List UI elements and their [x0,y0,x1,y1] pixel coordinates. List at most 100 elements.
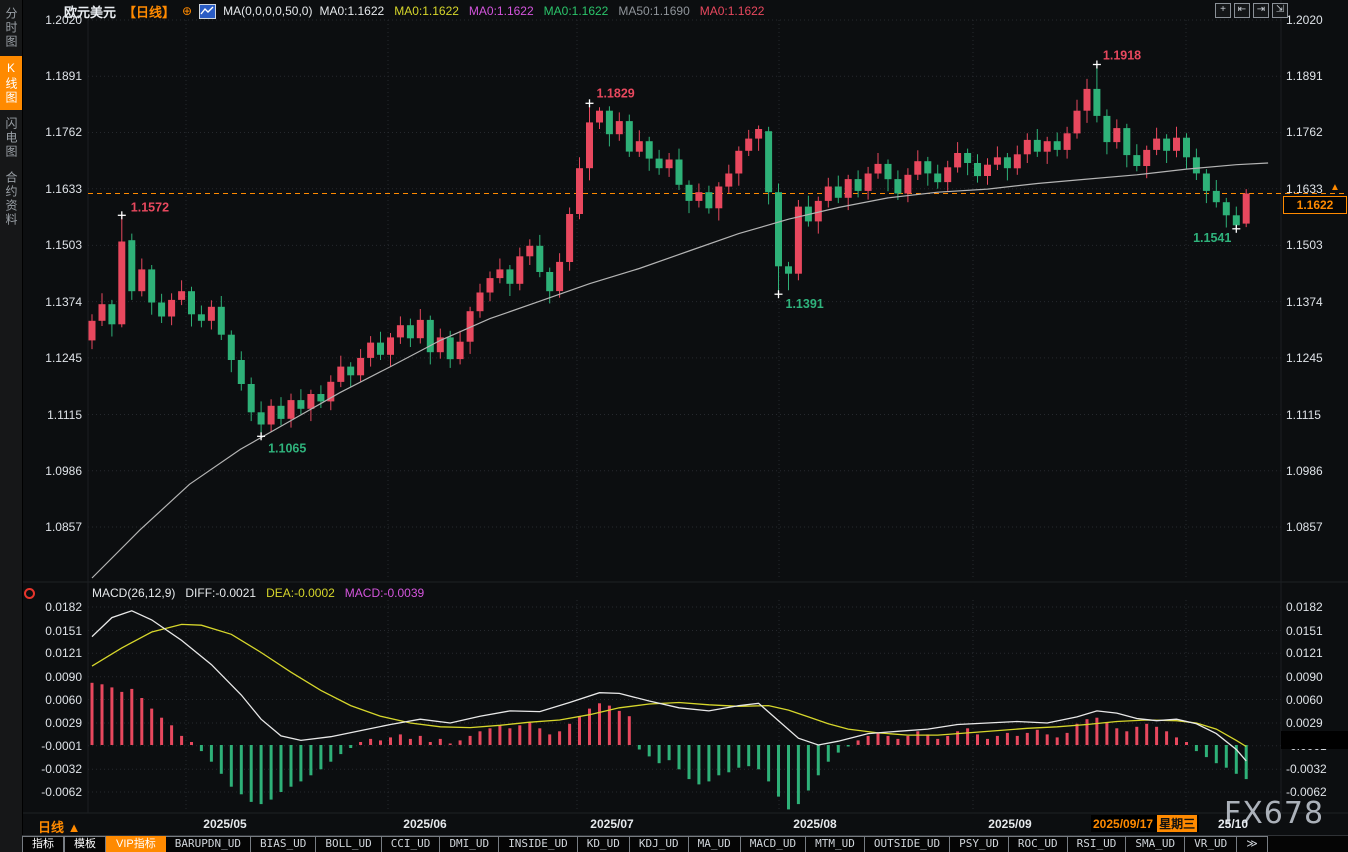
axis-label-right: 0.0182 [1286,600,1323,614]
tab-BOLL_UD[interactable]: BOLL_UD [316,836,381,852]
tab-BIAS_UD[interactable]: BIAS_UD [251,836,316,852]
tab-KD_UD[interactable]: KD_UD [578,836,630,852]
month-label-2025/06: 2025/06 [403,817,446,831]
crosshair-tool-icon[interactable]: + [1215,3,1231,18]
tab-模板[interactable]: 模板 [64,836,106,852]
axis-right-tool-icon[interactable]: ⇥ [1253,3,1269,18]
trading-app-window: 1.15721.18291.19181.10651.13911.1541 分时图… [0,0,1348,852]
sidebar-item-合约资料[interactable]: 合约资料 [0,166,22,232]
ma-indicator-icon[interactable] [199,4,216,19]
tab-OUTSIDE_UD[interactable]: OUTSIDE_UD [865,836,950,852]
add-compare-icon[interactable]: ⊕ [182,4,192,18]
symbol-title: 欧元美元 [64,2,116,21]
axis-label-left: 0.0029 [32,716,82,730]
axis-label-left: 1.0986 [32,464,82,478]
tab-RSI_UD[interactable]: RSI_UD [1068,836,1127,852]
tab-MA_UD[interactable]: MA_UD [689,836,741,852]
svg-text:1.1541: 1.1541 [1193,231,1231,245]
axis-label-right: 1.1245 [1286,351,1323,365]
axis-label-right: 1.1115 [1286,408,1321,422]
tab-CCI_UD[interactable]: CCI_UD [382,836,441,852]
month-label-partial: 25/10 [1218,817,1248,831]
chart-header: 欧元美元 【日线】 ⊕ MA(0,0,0,0,50,0) MA0:1.1622 M… [64,3,764,19]
tab-MTM_UD[interactable]: MTM_UD [806,836,865,852]
ma-value-4: MA50:1.1690 [618,4,689,18]
sidebar-item-分时图[interactable]: 分时图 [0,2,22,54]
month-label-2025/09: 2025/09 [988,817,1031,831]
axis-label-left: 0.0121 [32,646,82,660]
axis-label-right: 1.0857 [1286,520,1323,534]
month-label-2025/08: 2025/08 [793,817,836,831]
period-selector[interactable]: 日线 ▲ [38,817,80,836]
tab-DMI_UD[interactable]: DMI_UD [440,836,499,852]
tab-MACD_UD[interactable]: MACD_UD [741,836,806,852]
axis-label-right: 1.1891 [1286,69,1323,83]
axis-label-left: 0.0060 [32,693,82,707]
axis-label-left: 0.0090 [32,670,82,684]
candlestick-macd-chart: 1.15721.18291.19181.10651.13911.1541 [0,0,1348,852]
svg-text:1.1829: 1.1829 [597,86,635,100]
month-label-2025/07: 2025/07 [590,817,633,831]
tab-指标[interactable]: 指标 [22,836,64,852]
ma-value-2: MA0:1.1622 [469,4,534,18]
tab-INSIDE_UD[interactable]: INSIDE_UD [499,836,578,852]
axis-label-left: 1.1633 [32,182,82,196]
axis-label-left: 1.1503 [32,238,82,252]
axis-label-right: -0.0032 [1286,762,1327,776]
ma-formula: MA(0,0,0,0,50,0) [223,4,312,18]
axis-label-right: 1.1633 [1286,182,1323,196]
axis-label-left: 1.1891 [32,69,82,83]
axis-label-left: 0.0182 [32,600,82,614]
axis-label-right: 0.0121 [1286,646,1323,660]
pane-resize-tool-icon[interactable]: ⇲ [1272,3,1288,18]
axis-label-left: 1.1245 [32,351,82,365]
left-sidebar: 分时图K线图闪电图合约资料 [0,0,23,852]
axis-label-left: 1.1762 [32,125,82,139]
axis-label-left: 1.0857 [32,520,82,534]
tab-PSY_UD[interactable]: PSY_UD [950,836,1009,852]
axis-label-right: 0.0151 [1286,624,1323,638]
crosshair-date: 2025/09/17 [1093,817,1153,831]
ma-value-1: MA0:1.1622 [394,4,459,18]
crosshair-weekday: 星期三 [1157,815,1197,832]
tab-BARUPDN_UD[interactable]: BARUPDN_UD [166,836,251,852]
axis-label-right: 1.1503 [1286,238,1323,252]
axis-left-tool-icon[interactable]: ⇤ [1234,3,1250,18]
axis-label-right: 1.1762 [1286,125,1323,139]
svg-text:1.1572: 1.1572 [131,200,169,214]
sidebar-item-闪电图[interactable]: 闪电图 [0,112,22,164]
axis-label-left: 0.0151 [32,624,82,638]
ma-values: MA0:1.1622MA0:1.1622MA0:1.1622MA0:1.1622… [319,4,764,18]
macd-formula: MACD(26,12,9) [92,586,175,600]
macd-macd-value: MACD:-0.0039 [345,586,424,600]
price-marker-icon: ▲ [1330,182,1340,193]
tab-≫[interactable]: ≫ [1237,836,1268,852]
svg-text:1.1918: 1.1918 [1103,49,1141,63]
tab-VR_UD[interactable]: VR_UD [1185,836,1237,852]
sidebar-item-K线图[interactable]: K线图 [0,56,22,110]
indicator-tab-bar: 指标模板VIP指标BARUPDN_UDBIAS_UDBOLL_UDCCI_UDD… [22,835,1348,852]
tab-KDJ_UD[interactable]: KDJ_UD [630,836,689,852]
axis-label-left: 1.1115 [32,408,82,422]
tab-VIP指标[interactable]: VIP指标 [106,836,166,852]
chart-toolbar: +⇤⇥⇲ [1215,3,1288,18]
macd-diff-value: DIFF:-0.0021 [185,586,256,600]
axis-label-left: 1.1374 [32,295,82,309]
macd-header: MACD(26,12,9) DIFF:-0.0021 DEA:-0.0002 M… [92,586,424,600]
macd-axis-overlay-box [1281,731,1348,749]
period-label[interactable]: 【日线】 [123,2,175,21]
axis-label-right: 0.0029 [1286,716,1323,730]
svg-text:1.1391: 1.1391 [786,297,824,311]
current-price-box: 1.1622 [1283,196,1347,214]
axis-label-right: 1.2020 [1286,13,1323,27]
axis-label-left: -0.0001 [32,739,82,753]
axis-label-right: 1.1374 [1286,295,1323,309]
axis-label-right: 0.0090 [1286,670,1323,684]
tab-SMA_UD[interactable]: SMA_UD [1126,836,1185,852]
ma-value-5: MA0:1.1622 [700,4,765,18]
axis-label-right: 1.0986 [1286,464,1323,478]
tab-ROC_UD[interactable]: ROC_UD [1009,836,1068,852]
indicator-settings-icon[interactable] [24,588,35,599]
axis-label-left: -0.0062 [32,785,82,799]
crosshair-date-box: 2025/09/17 星期三 [1091,815,1199,832]
